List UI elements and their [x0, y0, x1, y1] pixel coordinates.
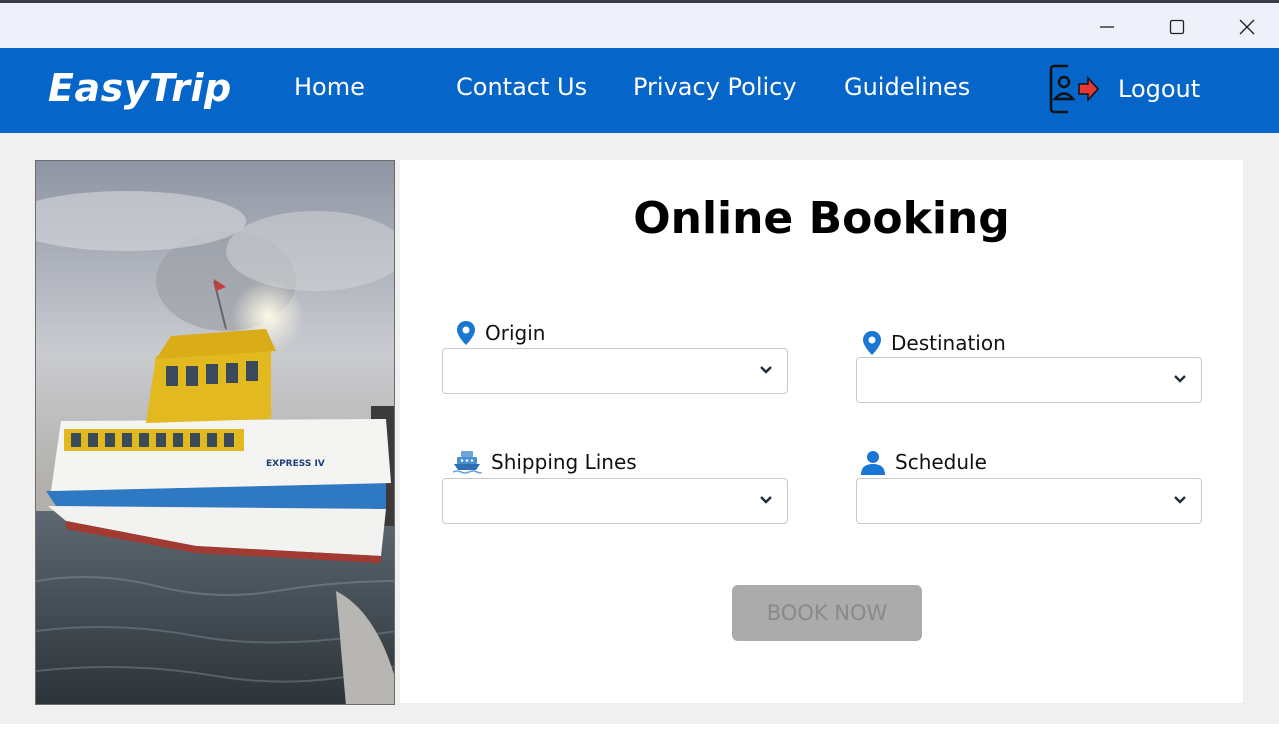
origin-select[interactable]	[442, 348, 788, 394]
map-pin-icon	[456, 320, 476, 346]
destination-label-text: Destination	[891, 331, 1006, 355]
ferry-boat-photo: EXPRESS IV	[35, 160, 395, 705]
shipping-lines-select[interactable]	[442, 478, 788, 524]
minimize-button[interactable]	[1072, 6, 1142, 48]
schedule-select[interactable]	[856, 478, 1202, 524]
booking-panel: Online Booking Origin Destination Shippi…	[400, 160, 1243, 703]
logout-button[interactable]: Logout	[1048, 63, 1200, 115]
close-button[interactable]	[1212, 6, 1279, 48]
top-navbar: EasyTrip Home Contact Us Privacy Policy …	[0, 48, 1279, 133]
page-title: Online Booking	[633, 193, 1010, 244]
nav-contact-link[interactable]: Contact Us	[456, 73, 587, 101]
window-titlebar	[0, 3, 1279, 48]
app-logo: EasyTrip	[48, 66, 232, 110]
close-icon	[1239, 19, 1255, 35]
chevron-down-icon	[1174, 496, 1186, 504]
chevron-down-icon	[1174, 375, 1186, 383]
user-icon	[860, 449, 886, 475]
origin-label: Origin	[456, 320, 545, 346]
ferry-illustration: EXPRESS IV	[36, 161, 394, 704]
logout-icon	[1049, 64, 1100, 114]
maximize-icon	[1169, 19, 1185, 35]
ship-icon	[452, 449, 482, 475]
maximize-button[interactable]	[1142, 6, 1212, 48]
destination-select[interactable]	[856, 357, 1202, 403]
map-pin-icon	[862, 330, 882, 356]
window-bottom-edge	[0, 724, 1279, 730]
book-now-button[interactable]: BOOK NOW	[732, 585, 922, 641]
schedule-label: Schedule	[860, 449, 987, 475]
nav-privacy-link[interactable]: Privacy Policy	[633, 73, 797, 101]
shipping-lines-label: Shipping Lines	[452, 449, 637, 475]
svg-text:EXPRESS IV: EXPRESS IV	[266, 459, 325, 469]
chevron-down-icon	[760, 496, 772, 504]
logout-label: Logout	[1118, 75, 1201, 103]
chevron-down-icon	[760, 366, 772, 374]
schedule-label-text: Schedule	[895, 450, 987, 474]
shipping-lines-label-text: Shipping Lines	[491, 450, 637, 474]
minimize-icon	[1100, 26, 1114, 28]
nav-home-link[interactable]: Home	[294, 73, 365, 101]
nav-guidelines-link[interactable]: Guidelines	[844, 73, 970, 101]
origin-label-text: Origin	[485, 321, 546, 345]
destination-label: Destination	[862, 330, 1006, 356]
